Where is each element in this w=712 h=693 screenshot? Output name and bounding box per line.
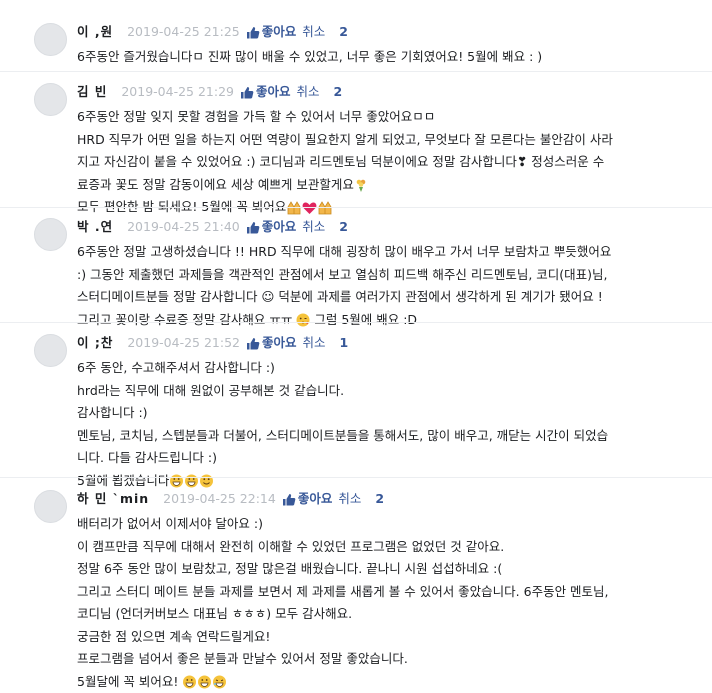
comment-text: 그리고 스터디 메이트 분들 과제를 보면서 제 과제를 새롭게 볼 수 있어서… <box>77 581 609 604</box>
comment-text: 멘토님, 코치님, 스텝분들과 더불어, 스터디메이트분들을 통해서도, 많이 … <box>77 425 608 448</box>
cancel-button[interactable]: 취소 <box>302 23 325 41</box>
comment-text: hrd라는 직무에 대해 원없이 공부해본 것 같습니다. <box>77 380 608 403</box>
divider <box>0 207 712 208</box>
avatar[interactable] <box>34 490 67 523</box>
thumbs-up-icon <box>246 26 260 39</box>
comment-text: 프로그램을 넘어서 좋은 분들과 만날수 있어서 정말 좋았습니다. <box>77 648 609 671</box>
comment-item: 김 빈 2019-04-25 21:29 좋아요 취소 2 6주동안 정말 잊지… <box>34 83 613 219</box>
comment-text: 6주동안 정말 고생하셨습니다 !! HRD 직무에 대해 굉장히 많이 배우고… <box>77 241 611 264</box>
comment-text: 6주동안 즐거웠습니다ㅁ 진짜 많이 배울 수 있었고, 너무 좋은 기회였어요… <box>77 46 542 69</box>
cancel-button[interactable]: 취소 <box>302 218 325 236</box>
like-button[interactable]: 좋아요 <box>246 23 297 41</box>
comment-text: 6주동안 정말 잊지 못할 경험을 가득 할 수 있어서 너무 좋았어요ㅁㅁ <box>77 106 613 129</box>
like-button[interactable]: 좋아요 <box>246 218 297 236</box>
comment-text: 6주 동안, 수고해주셔서 감사합니다 :) <box>77 357 608 380</box>
comment-text: 정말 6주 동안 많이 보람찼고, 정말 많은걸 배웠습니다. 끝나니 시원 섭… <box>77 558 609 581</box>
comment-author[interactable]: 이 ;찬 <box>77 334 113 352</box>
comment-author[interactable]: 박 .연 <box>77 218 113 236</box>
comment-text: 이 캠프만큼 직무에 대해서 완전히 이해할 수 있었던 프로그램은 없었던 것… <box>77 536 609 559</box>
like-count: 1 <box>340 334 349 352</box>
comment-date: 2019-04-25 22:14 <box>163 490 276 508</box>
comment-item: 이 ;찬 2019-04-25 21:52 좋아요 취소 1 6주 동안, 수고… <box>34 334 608 492</box>
comment-text-line: 5월달에 꼭 뵈어요! <box>77 671 609 693</box>
comment-date: 2019-04-25 21:52 <box>127 334 240 352</box>
kissing-face-emoji-icon <box>296 313 310 327</box>
like-label: 좋아요 <box>262 218 297 236</box>
comment-text-line: 료증과 꽃도 정말 감동이에요 세상 예쁘게 보관할게요 <box>77 174 613 197</box>
comment-text: 료증과 꽃도 정말 감동이에요 세상 예쁘게 보관할게요 <box>77 177 354 192</box>
comment-date: 2019-04-25 21:29 <box>121 83 234 101</box>
avatar[interactable] <box>34 218 67 251</box>
avatar[interactable] <box>34 83 67 116</box>
comment-item: 이 ,원 2019-04-25 21:25 좋아요 취소 2 6주동안 즐거웠습… <box>34 23 542 69</box>
comment-text: 배터리가 없어서 이제서야 달아요 :) <box>77 513 609 536</box>
comment-author[interactable]: 하 민 `min <box>77 490 149 508</box>
bouquet-emoji-icon <box>354 178 368 192</box>
comment-author[interactable]: 김 빈 <box>77 83 107 101</box>
like-count: 2 <box>339 23 348 41</box>
comment-item: 하 민 `min 2019-04-25 22:14 좋아요 취소 2 배터리가 … <box>34 490 609 693</box>
like-label: 좋아요 <box>262 23 297 41</box>
avatar[interactable] <box>34 23 67 56</box>
comment-date: 2019-04-25 21:40 <box>127 218 240 236</box>
comment-text: 코디님 (언더커버보스 대표님 ㅎㅎㅎ) 모두 감사해요. <box>77 603 609 626</box>
comment-text: 5월에 뵙겠습니다 <box>77 473 169 488</box>
comment-text: 궁금한 점 있으면 계속 연락드릴게요! <box>77 626 609 649</box>
comment-text: 그럼 5월에 봬요 :D <box>314 312 417 327</box>
comment-date: 2019-04-25 21:25 <box>127 23 240 41</box>
comment-text: 그리고 꽃이랑 수료증 정말 감사해요 ㅠㅠ <box>77 312 292 327</box>
divider <box>0 477 712 478</box>
comment-text-line: 그리고 꽃이랑 수료증 정말 감사해요 ㅠㅠ 그럼 5월에 봬요 :D <box>77 309 611 332</box>
like-button[interactable]: 좋아요 <box>246 334 297 352</box>
comment-text: 5월달에 꼭 뵈어요! <box>77 674 178 689</box>
divider <box>0 71 712 72</box>
thumbs-up-icon <box>282 493 296 506</box>
like-count: 2 <box>334 83 343 101</box>
like-button[interactable]: 좋아요 <box>240 83 291 101</box>
comment-text: 니다. 다들 감사드립니다 :) <box>77 447 608 470</box>
thumbs-up-icon <box>246 221 260 234</box>
like-label: 좋아요 <box>262 334 297 352</box>
divider <box>0 322 712 323</box>
cancel-button[interactable]: 취소 <box>338 490 361 508</box>
thumbs-up-icon <box>246 337 260 350</box>
avatar[interactable] <box>34 334 67 367</box>
comment-item: 박 .연 2019-04-25 21:40 좋아요 취소 2 6주동안 정말 고… <box>34 218 611 331</box>
comment-author[interactable]: 이 ,원 <box>77 23 113 41</box>
like-count: 2 <box>375 490 384 508</box>
comment-text: 지고 자신감이 붙을 수 있었어요 :) 코디님과 리드멘토님 덕분이에요 정말… <box>77 151 613 174</box>
cancel-button[interactable]: 취소 <box>303 334 326 352</box>
cancel-button[interactable]: 취소 <box>297 83 320 101</box>
like-label: 좋아요 <box>256 83 291 101</box>
grinning-face-emoji-icon <box>182 675 197 689</box>
laughing-face-emoji-icon <box>212 675 227 689</box>
comment-text: 감사합니다 :) <box>77 402 608 425</box>
comment-text-line: 5월에 뵙겠습니다 <box>77 470 608 493</box>
like-button[interactable]: 좋아요 <box>282 490 333 508</box>
comment-text: HRD 직무가 어떤 일을 하는지 어떤 역량이 필요한지 알게 되었고, 무엇… <box>77 129 613 152</box>
comment-list: 이 ,원 2019-04-25 21:25 좋아요 취소 2 6주동안 즐거웠습… <box>0 0 712 680</box>
comment-text: :) 그동안 제출했던 과제들을 객관적인 관점에서 보고 열심히 피드백 해주… <box>77 264 611 287</box>
comment-text: 스터디메이트분들 정말 감사합니다 ☺ 덕분에 과제를 여러가지 관점에서 생각… <box>77 286 611 309</box>
thumbs-up-icon <box>240 86 254 99</box>
like-label: 좋아요 <box>298 490 333 508</box>
grinning-face-emoji-icon <box>197 675 212 689</box>
like-count: 2 <box>339 218 348 236</box>
